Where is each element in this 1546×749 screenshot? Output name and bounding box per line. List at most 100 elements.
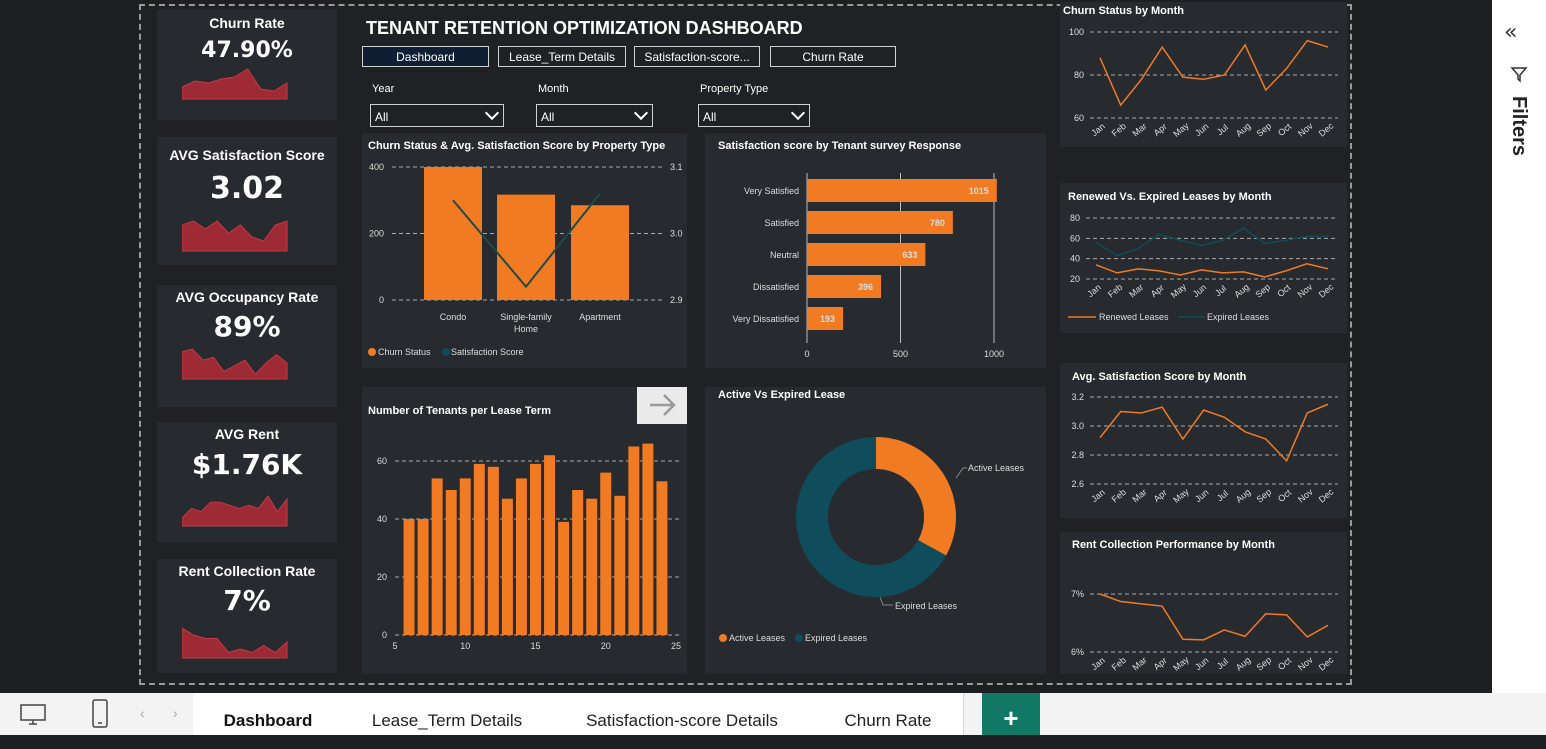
churn-month-panel: Churn Status by Month 60 80 100 Jan Feb Mar Ap… bbox=[1060, 2, 1347, 147]
x-tick-label: May bbox=[1169, 281, 1189, 300]
next-page-icon[interactable]: › bbox=[173, 705, 178, 721]
nav-button[interactable]: Lease_Term Details bbox=[498, 46, 626, 67]
tick-label: 10 bbox=[460, 641, 470, 651]
tick-label: 500 bbox=[893, 349, 908, 359]
kpi-title: AVG Rent bbox=[214, 426, 280, 442]
kpi-value: 7% bbox=[223, 584, 271, 617]
desktop-view-icon[interactable] bbox=[18, 701, 48, 727]
tick-label: 2.9 bbox=[670, 295, 683, 305]
x-tick-label: Condo bbox=[440, 312, 467, 322]
bar bbox=[424, 167, 482, 300]
x-tick-label: May bbox=[1171, 120, 1191, 139]
tick-label: 80 bbox=[1074, 70, 1084, 80]
page-tab[interactable]: Lease_Term Details bbox=[343, 693, 552, 735]
x-tick-label: Oct bbox=[1276, 121, 1294, 138]
x-tick-label: Jun bbox=[1193, 487, 1211, 504]
series-line bbox=[1099, 403, 1329, 463]
prev-page-icon[interactable]: ‹ bbox=[140, 705, 145, 721]
churn-by-property-panel: Churn Status & Avg. Satisfaction Score b… bbox=[362, 133, 687, 368]
bar bbox=[497, 194, 555, 300]
active-expired-panel: Active Vs Expired Lease Active Leases Exp… bbox=[705, 387, 1046, 674]
collapse-pane-icon[interactable]: « bbox=[1504, 20, 1517, 45]
page-tab[interactable]: Dashboard bbox=[193, 693, 344, 735]
data-label: 633 bbox=[902, 250, 917, 260]
tick-label: 60 bbox=[1074, 113, 1084, 123]
sparkline-area bbox=[182, 627, 288, 659]
bar bbox=[501, 498, 513, 635]
tick-label: 3.0 bbox=[1071, 421, 1084, 431]
x-tick-label: Sep bbox=[1255, 487, 1274, 505]
legend-label: Renewed Leases bbox=[1099, 312, 1169, 322]
x-tick-label: Apr bbox=[1152, 487, 1169, 504]
bar bbox=[572, 490, 584, 635]
add-page-button[interactable]: + bbox=[982, 693, 1040, 735]
sparkline bbox=[182, 220, 288, 252]
tick-label: 20 bbox=[1070, 274, 1080, 284]
legend-label: Churn Status bbox=[378, 347, 431, 357]
x-tick-label: Oct bbox=[1275, 282, 1293, 299]
x-tick-label: Jul bbox=[1215, 656, 1230, 671]
tick-label: 100 bbox=[1069, 27, 1084, 37]
slicer-dropdown[interactable]: All bbox=[370, 104, 504, 127]
page-tab[interactable]: Satisfaction-score Details bbox=[551, 693, 814, 735]
kpi-title: Churn Rate bbox=[209, 15, 285, 31]
data-label: 780 bbox=[930, 218, 945, 228]
tick-label: 0 bbox=[804, 349, 809, 359]
lease-term-panel: Number of Tenants per Lease Term 0 20 40 60… bbox=[362, 387, 687, 674]
nav-button[interactable]: Satisfaction-score... bbox=[634, 46, 760, 67]
x-tick-label: Oct bbox=[1276, 487, 1294, 504]
filters-pane[interactable]: « Filters bbox=[1492, 0, 1546, 693]
x-tick-label: Jan bbox=[1085, 282, 1103, 299]
x-tick-label: Feb bbox=[1110, 655, 1128, 673]
x-tick-label: Jan bbox=[1089, 655, 1107, 672]
x-tick-label: Sep bbox=[1255, 655, 1274, 673]
nav-button[interactable]: Churn Rate bbox=[770, 46, 896, 67]
slicer-dropdown[interactable]: All bbox=[698, 104, 810, 127]
kpi-card: AVG Rent $1.76K bbox=[157, 422, 337, 542]
tick-label: 200 bbox=[369, 229, 384, 239]
tick-label: 6% bbox=[1071, 647, 1084, 657]
chevron-down-icon bbox=[790, 105, 806, 121]
x-tick-label: Nov bbox=[1296, 281, 1315, 299]
page-tab[interactable]: Churn Rate bbox=[813, 693, 964, 735]
x-tick-label: Dec bbox=[1317, 281, 1336, 299]
bar bbox=[642, 443, 654, 635]
x-tick-label: Feb bbox=[1110, 487, 1128, 505]
tick-label: 25 bbox=[671, 641, 681, 651]
sparkline-area bbox=[182, 495, 288, 527]
x-tick-label: Single-family bbox=[500, 312, 552, 322]
slicer-value: All bbox=[375, 110, 389, 124]
tick-label: 80 bbox=[1070, 213, 1080, 223]
x-tick-label: Aug bbox=[1234, 121, 1253, 139]
sparkline-area bbox=[182, 348, 288, 380]
chevron-down-icon bbox=[484, 105, 500, 121]
tick-label: 3.0 bbox=[670, 229, 683, 239]
tick-label: 15 bbox=[530, 641, 540, 651]
legend-marker bbox=[442, 348, 450, 356]
slicer-dropdown[interactable]: All bbox=[536, 104, 653, 127]
legend-label: Expired Leases bbox=[1207, 312, 1270, 322]
tick-label: 2.8 bbox=[1071, 450, 1084, 460]
x-tick-label: Jan bbox=[1089, 487, 1107, 504]
tick-label: 60 bbox=[377, 456, 387, 466]
x-tick-label: Aug bbox=[1232, 282, 1251, 300]
mobile-view-icon[interactable] bbox=[90, 698, 110, 730]
kpi-title: Rent Collection Rate bbox=[178, 563, 316, 579]
renewed-expired-panel: Renewed Vs. Expired Leases by Month 20 40… bbox=[1060, 183, 1347, 333]
x-tick-label: May bbox=[1171, 486, 1191, 505]
x-tick-label: Nov bbox=[1296, 486, 1315, 504]
x-tick-label: Jul bbox=[1215, 122, 1230, 137]
x-tick-label: Jun bbox=[1193, 655, 1211, 672]
bar bbox=[473, 463, 485, 635]
nav-button[interactable]: Dashboard bbox=[362, 46, 489, 67]
tick-label: 3.1 bbox=[670, 162, 683, 172]
series-line bbox=[1095, 262, 1329, 278]
bar bbox=[445, 490, 457, 635]
tick-label: 40 bbox=[377, 514, 387, 524]
x-tick-label: Feb bbox=[1110, 121, 1128, 139]
bar bbox=[558, 521, 570, 635]
x-tick-label: Jul bbox=[1213, 283, 1228, 298]
x-tick-label: Aug bbox=[1234, 487, 1253, 505]
slicer-value: All bbox=[703, 110, 717, 124]
data-label: 193 bbox=[820, 314, 835, 324]
